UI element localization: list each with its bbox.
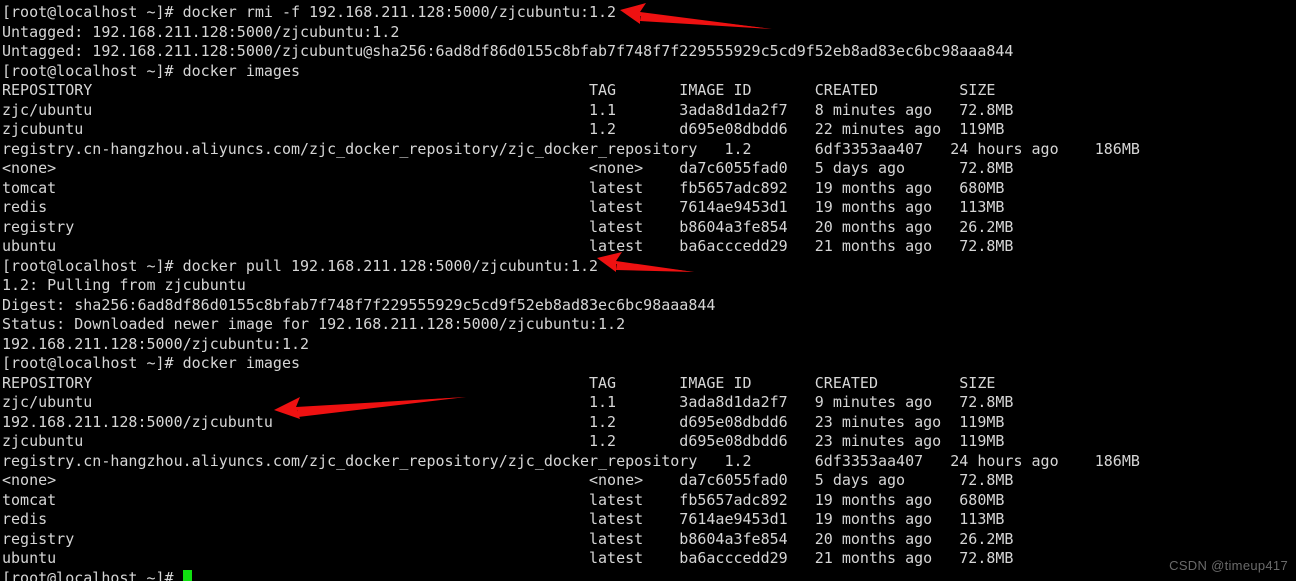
terminal-line: 192.168.211.128:5000/zjcubuntu:1.2 [2,334,310,353]
terminal-line: registry latest b8604a3fe854 20 months a… [2,529,1014,548]
terminal-line: zjc/ubuntu 1.1 3ada8d1da2f7 8 minutes ag… [2,100,1014,119]
terminal-line: tomcat latest fb5657adc892 19 months ago… [2,178,1005,197]
terminal-line: [root@localhost ~]# docker images [2,61,301,80]
csdn-watermark: CSDN @timeup417 [1169,557,1288,573]
terminal-line: zjcubuntu 1.2 d695e08dbdd6 23 minutes ag… [2,432,1005,450]
terminal-line: 192.168.211.128:5000/zjcubuntu 1.2 d695e… [2,412,1005,431]
terminal-line: Untagged: 192.168.211.128:5000/zjcubuntu… [2,42,1014,60]
terminal-line: [root@localhost ~]# docker images [2,354,301,372]
terminal-line: 1.2: Pulling from zjcubuntu [2,276,246,294]
terminal-line: REPOSITORY TAG IMAGE ID CREATED SIZE [2,81,996,99]
terminal-line: registry.cn-hangzhou.aliyuncs.com/zjc_do… [2,451,1140,470]
terminal-line: zjcubuntu 1.2 d695e08dbdd6 22 minutes ag… [2,120,1005,138]
terminal-line: REPOSITORY TAG IMAGE ID CREATED SIZE [2,373,996,392]
terminal-line: ubuntu latest ba6acccedd29 21 months ago… [2,549,1014,567]
shell-prompt: [root@localhost ~]# [2,568,183,581]
terminal-line: <none> <none> da7c6055fad0 5 days ago 72… [2,471,1014,489]
terminal-prompt-line[interactable]: [root@localhost ~]# [2,569,1294,581]
terminal-line: Untagged: 192.168.211.128:5000/zjcubuntu… [2,22,400,41]
terminal-line: [root@localhost ~]# docker pull 192.168.… [2,256,599,275]
terminal-line: ubuntu latest ba6acccedd29 21 months ago… [2,237,1014,255]
terminal-line: redis latest 7614ae9453d1 19 months ago … [2,198,1005,216]
terminal-line: zjc/ubuntu 1.1 3ada8d1da2f7 9 minutes ag… [2,393,1014,411]
terminal-line: Status: Downloaded newer image for 192.1… [2,315,626,333]
terminal-line: registry latest b8604a3fe854 20 months a… [2,217,1014,236]
terminal-window[interactable]: [root@localhost ~]# docker rmi -f 192.16… [0,0,1296,581]
text-cursor [182,569,193,581]
terminal-line: Digest: sha256:6ad8df86d0155c8bfab7f748f… [2,295,716,314]
terminal-line: tomcat latest fb5657adc892 19 months ago… [2,490,1005,509]
terminal-output-area: [root@localhost ~]# docker rmi -f 192.16… [2,3,1294,581]
terminal-line: registry.cn-hangzhou.aliyuncs.com/zjc_do… [2,139,1140,158]
terminal-line: <none> <none> da7c6055fad0 5 days ago 72… [2,159,1014,177]
terminal-line: [root@localhost ~]# docker rmi -f 192.16… [2,3,617,21]
terminal-line: redis latest 7614ae9453d1 19 months ago … [2,510,1005,528]
